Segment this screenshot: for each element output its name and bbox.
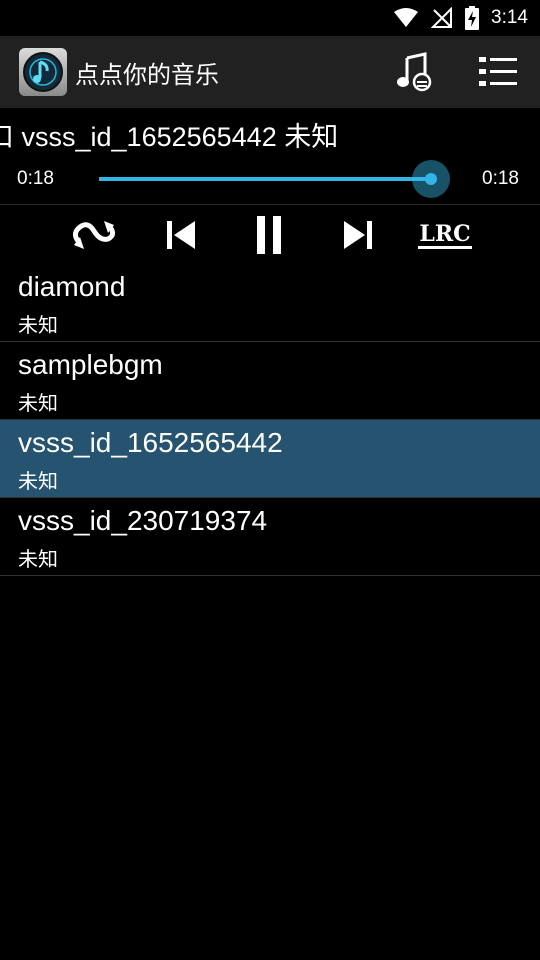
app-title: 点点你的音乐 — [75, 60, 219, 89]
next-button[interactable] — [330, 210, 384, 260]
wifi-icon — [394, 8, 419, 27]
previous-button[interactable] — [155, 210, 209, 260]
seek-bar-thumb-dot — [425, 173, 437, 185]
song-title: vsss_id_230719374 — [18, 505, 268, 536]
list-icon — [479, 57, 517, 86]
seek-bar-progress — [99, 177, 431, 181]
previous-icon — [167, 221, 195, 249]
now-playing-ticker: 口 vsss_id_1652565442 未知 — [0, 108, 540, 154]
playback-controls: LRC — [0, 206, 540, 264]
lyrics-icon: LRC — [418, 221, 472, 249]
no-signal-icon — [431, 7, 453, 28]
song-artist: 未知 — [18, 391, 58, 415]
pause-button[interactable] — [242, 210, 296, 260]
song-artist: 未知 — [18, 547, 58, 571]
song-list-item[interactable]: vsss_id_1652565442 未知 — [0, 420, 540, 498]
lyrics-button[interactable]: LRC — [415, 210, 475, 260]
seek-bar[interactable] — [99, 160, 450, 198]
app-bar: 点点你的音乐 — [0, 36, 540, 108]
playlist-menu-button[interactable] — [474, 48, 522, 96]
seek-bar-thumb[interactable] — [412, 160, 450, 198]
status-bar: 3:14 — [0, 0, 540, 36]
duration-time: 0:18 — [482, 168, 519, 189]
next-icon — [344, 221, 372, 249]
now-playing-text: 口 vsss_id_1652565442 未知 — [0, 122, 339, 152]
lyrics-label: LRC — [419, 221, 470, 247]
song-artist: 未知 — [18, 313, 58, 337]
app-logo-icon[interactable] — [19, 48, 67, 96]
song-list-item[interactable]: samplebgm 未知 — [0, 342, 540, 420]
music-library-button[interactable] — [390, 48, 438, 96]
song-list-item[interactable]: vsss_id_230719374 未知 — [0, 498, 540, 576]
status-icons: 3:14 — [393, 6, 540, 30]
repeat-button[interactable] — [67, 210, 121, 260]
repeat-icon — [72, 221, 116, 249]
elapsed-time: 0:18 — [17, 168, 54, 189]
song-title: vsss_id_1652565442 — [18, 427, 283, 458]
song-list-item[interactable]: diamond 未知 — [0, 264, 540, 342]
pause-icon — [257, 216, 281, 254]
song-list: diamond 未知 samplebgm 未知 vsss_id_1652565442 未知… — [0, 264, 540, 576]
divider — [0, 204, 540, 205]
status-time: 3:14 — [491, 7, 528, 28]
song-artist: 未知 — [18, 469, 58, 493]
song-title: diamond — [18, 271, 126, 302]
song-title: samplebgm — [18, 349, 163, 380]
battery-charging-icon — [465, 6, 480, 30]
progress-row: 0:18 0:18 — [0, 154, 540, 204]
music-note-icon — [397, 52, 432, 92]
